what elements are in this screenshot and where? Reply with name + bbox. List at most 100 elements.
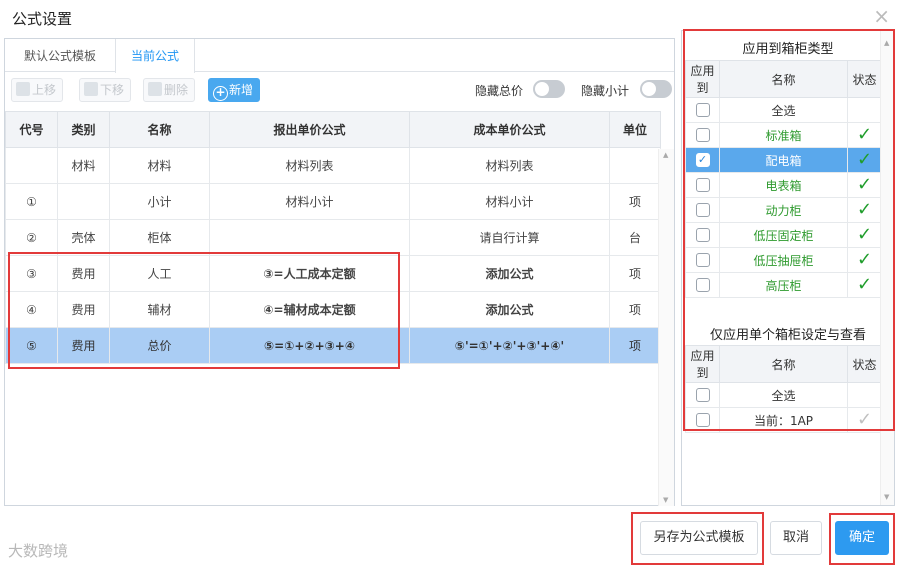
move-up-button[interactable]: 上移 [11, 78, 63, 102]
list-item[interactable]: 当前：1AP ✓ [685, 407, 882, 433]
type-checkbox[interactable] [695, 203, 710, 218]
type-checkbox-checked[interactable]: ✓ [695, 153, 710, 168]
table-scrollbar[interactable]: ▲ ▼ [658, 149, 674, 506]
cell-category: 费用 [57, 327, 110, 364]
table-row[interactable]: ④ 费用 辅材 ④=辅材成本定额 添加公式 项 [5, 291, 661, 328]
cell-unit: 项 [609, 255, 661, 292]
section-single-title: 仅应用单个箱柜设定与查看 [709, 328, 866, 343]
cell-cost-formula[interactable]: 材料小计 [409, 183, 610, 220]
list-item[interactable]: 全选 [685, 382, 882, 408]
type-checkbox[interactable] [695, 228, 710, 243]
list-item[interactable]: 电表箱 ✓ [685, 172, 882, 198]
item-name: 当前：1AP [719, 407, 848, 433]
section-apply-types-title: 应用到箱柜类型 [742, 42, 834, 57]
cell-quote-formula[interactable]: 材料小计 [209, 183, 410, 220]
scroll-up-icon[interactable]: ▲ [663, 151, 668, 159]
cell-cost-formula[interactable]: 添加公式 [409, 291, 610, 328]
scroll-down-icon[interactable]: ▼ [884, 493, 889, 501]
arrow-down-icon [84, 82, 98, 96]
cell-cost-formula[interactable]: 材料列表 [409, 147, 610, 184]
cabinet-type-header: 应用到 名称 状态 [685, 60, 882, 98]
cell-code: ② [5, 219, 58, 256]
cell-cost-formula[interactable]: 添加公式 [409, 255, 610, 292]
check-icon: ✓ [856, 224, 873, 245]
tab-default-template[interactable]: 默认公式模板 [5, 39, 115, 73]
type-checkbox[interactable] [695, 278, 710, 293]
col-header-unit: 单位 [609, 111, 661, 148]
col-header-apply: 应用到 [685, 60, 720, 98]
cell-name: 人工 [109, 255, 210, 292]
cancel-button[interactable]: 取消 [770, 521, 822, 555]
list-item[interactable]: 标准箱 ✓ [685, 122, 882, 148]
save-as-template-button[interactable]: 另存为公式模板 [640, 521, 758, 555]
watermark-logo: 大数跨境 [8, 542, 69, 560]
cell-quote-formula[interactable]: ④=辅材成本定额 [209, 291, 410, 328]
list-item[interactable]: 低压固定柜 ✓ [685, 222, 882, 248]
list-item[interactable]: 高压柜 ✓ [685, 272, 882, 298]
check-icon: ✓ [856, 149, 873, 170]
formula-table: 代号 类别 名称 报出单价公式 成本单价公式 单位 材料 材料 材料列表 材料列… [5, 111, 661, 364]
cell-unit: 项 [609, 327, 661, 364]
check-icon: ✓ [856, 199, 873, 220]
cell-code [5, 147, 58, 184]
list-item[interactable]: 全选 [685, 97, 882, 123]
cell-quote-formula[interactable]: ③=人工成本定额 [209, 255, 410, 292]
table-row[interactable]: ③ 费用 人工 ③=人工成本定额 添加公式 项 [5, 255, 661, 292]
table-row[interactable]: ② 壳体 柜体 请自行计算 台 [5, 219, 661, 256]
item-name: 低压固定柜 [719, 222, 848, 248]
cell-category: 壳体 [57, 219, 110, 256]
type-checkbox[interactable] [695, 128, 710, 143]
table-row[interactable]: ① 小计 材料小计 材料小计 项 [5, 183, 661, 220]
list-item[interactable]: 低压抽屉柜 ✓ [685, 247, 882, 273]
col-header-name: 名称 [719, 345, 848, 383]
select-all-checkbox[interactable] [695, 388, 710, 403]
select-all-checkbox[interactable] [695, 103, 710, 118]
cell-code: ④ [5, 291, 58, 328]
cell-category: 费用 [57, 291, 110, 328]
col-header-apply: 应用到 [685, 345, 720, 383]
hide-subtotal-label: 隐藏小计 [581, 84, 630, 98]
cell-quote-formula[interactable]: 材料列表 [209, 147, 410, 184]
move-down-button[interactable]: 下移 [79, 78, 131, 102]
cell-unit: 项 [609, 291, 661, 328]
scroll-down-icon[interactable]: ▼ [663, 496, 668, 504]
tab-current-formula[interactable]: 当前公式 [115, 39, 195, 73]
cell-name: 辅材 [109, 291, 210, 328]
formula-panel: 默认公式模板 当前公式 上移 下移 删除 + 新增 隐藏总价 隐藏小计 代号 类别… [4, 38, 675, 506]
scroll-up-icon[interactable]: ▲ [884, 39, 889, 47]
cell-unit [609, 147, 661, 184]
delete-button[interactable]: 删除 [143, 78, 195, 102]
cell-cost-formula[interactable]: ⑤'=①'+②'+③'+④' [409, 327, 610, 364]
item-name: 高压柜 [719, 272, 848, 298]
add-button[interactable]: + 新增 [208, 78, 260, 102]
cell-code: ⑤ [5, 327, 58, 364]
check-icon: ✓ [856, 124, 873, 145]
list-item[interactable]: 动力柜 ✓ [685, 197, 882, 223]
hide-subtotal-toggle[interactable] [640, 80, 672, 98]
cell-code: ① [5, 183, 58, 220]
current-cabinet-checkbox[interactable] [695, 413, 710, 428]
table-row-selected[interactable]: ⑤ 费用 总价 ⑤=①+②+③+④ ⑤'=①'+②'+③'+④' 项 [5, 327, 661, 364]
right-panel-scrollbar[interactable]: ▲ ▼ [880, 31, 894, 505]
cell-category [57, 183, 110, 220]
cell-quote-formula[interactable]: ⑤=①+②+③+④ [209, 327, 410, 364]
cell-name: 柜体 [109, 219, 210, 256]
single-cabinet-header: 应用到 名称 状态 [685, 345, 882, 383]
status-cell [847, 382, 882, 408]
ok-button[interactable]: 确定 [835, 521, 889, 555]
list-item-selected[interactable]: ✓ 配电箱 ✓ [685, 147, 882, 173]
type-checkbox[interactable] [695, 253, 710, 268]
table-row[interactable]: 材料 材料 材料列表 材料列表 [5, 147, 661, 184]
check-icon: ✓ [856, 249, 873, 270]
cell-category: 材料 [57, 147, 110, 184]
hide-total-toggle[interactable] [533, 80, 565, 98]
close-icon[interactable]: × [873, 4, 890, 28]
plus-circle-icon: + [213, 86, 228, 101]
cell-quote-formula[interactable] [209, 219, 410, 256]
table-header-row: 代号 类别 名称 报出单价公式 成本单价公式 单位 [5, 111, 661, 148]
check-icon: ✓ [856, 409, 873, 430]
type-checkbox[interactable] [695, 178, 710, 193]
col-header-status: 状态 [847, 60, 882, 98]
cell-cost-formula[interactable]: 请自行计算 [409, 219, 610, 256]
check-icon: ✓ [856, 274, 873, 295]
